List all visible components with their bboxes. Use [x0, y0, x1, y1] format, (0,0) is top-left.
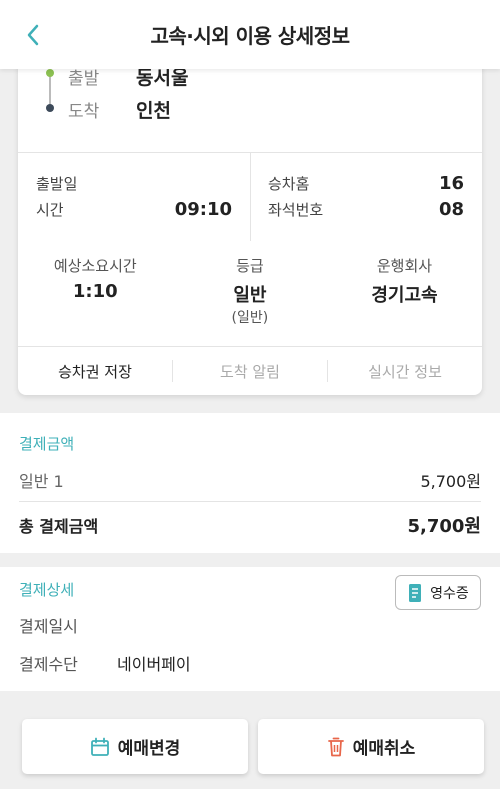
arrival-dot-icon	[46, 104, 54, 112]
trash-icon	[327, 737, 344, 756]
ticket-card: 출발 동서울 도착 인천 출발일 시간 09:10 승차홈 16 좌석번호 08…	[18, 50, 482, 395]
platform-value: 16	[438, 173, 464, 194]
departure-date-label: 출발일	[36, 175, 78, 193]
seat-value: 08	[438, 199, 464, 220]
arrival-terminal: 인천	[136, 100, 171, 122]
company-label: 운행회사	[376, 257, 433, 275]
ticket-actions: 승차권 저장 도착 알림 실시간 정보	[18, 347, 482, 395]
grade-stat: 등급 일반 (일반)	[173, 255, 328, 335]
company-stat: 운행회사 경기고속	[327, 255, 482, 335]
fare-item-label: 일반 1	[19, 472, 64, 491]
receipt-button[interactable]: 영수증	[395, 575, 481, 610]
receipt-label: 영수증	[430, 585, 469, 602]
departure-dot-icon	[46, 69, 54, 77]
back-button[interactable]	[18, 20, 48, 50]
grade-sub: (일반)	[231, 310, 269, 326]
company-value: 경기고속	[371, 285, 438, 306]
realtime-info-button[interactable]: 실시간 정보	[328, 361, 482, 382]
page-title: 고속·시외 이용 상세정보	[150, 24, 350, 48]
payment-amount-title: 결제금액	[19, 435, 75, 453]
payment-method-value: 네이버페이	[117, 655, 191, 674]
calendar-icon	[90, 737, 109, 756]
payment-detail-section: 결제상세 영수증 결제일시 결제수단 네이버페이	[0, 567, 500, 691]
payment-detail-title: 결제상세	[19, 581, 75, 599]
departure-date-row: 출발일	[36, 173, 232, 194]
save-ticket-button[interactable]: 승차권 저장	[18, 361, 172, 382]
duration-stat: 예상소요시간 1:10	[18, 255, 173, 335]
change-reservation-label: 예매변경	[117, 739, 181, 759]
fare-item-row: 일반 1 5,700원	[19, 468, 481, 492]
trip-stats: 예상소요시간 1:10 등급 일반 (일반) 운행회사 경기고속	[18, 255, 482, 335]
time-label: 시간	[36, 201, 64, 219]
header-bar: 고속·시외 이용 상세정보	[0, 0, 500, 69]
platform-label: 승차홈	[268, 175, 310, 193]
divider	[250, 153, 251, 241]
route-line	[49, 76, 51, 106]
total-row: 총 결제금액 5,700원	[19, 512, 481, 538]
time-row: 시간 09:10	[36, 199, 232, 220]
fare-item-value: 5,700원	[420, 472, 481, 491]
payment-method-row: 결제수단 네이버페이	[19, 651, 191, 675]
chevron-left-icon	[27, 24, 39, 46]
change-reservation-button[interactable]: 예매변경	[22, 719, 248, 774]
seat-row: 좌석번호 08	[268, 199, 464, 220]
seat-label: 좌석번호	[268, 201, 324, 219]
arrival-alert-button[interactable]: 도착 알림	[173, 361, 327, 382]
platform-row: 승차홈 16	[268, 173, 464, 194]
grade-value: 일반	[233, 285, 267, 306]
receipt-icon	[409, 583, 422, 602]
total-value: 5,700원	[407, 516, 482, 537]
arrival-label: 도착	[68, 102, 100, 122]
duration-value: 1:10	[72, 281, 118, 302]
payment-method-label: 결제수단	[19, 655, 78, 674]
total-label: 총 결제금액	[19, 517, 99, 536]
payment-date-row: 결제일시	[19, 613, 117, 637]
duration-label: 예상소요시간	[53, 257, 137, 275]
grade-label: 등급	[236, 257, 264, 275]
payment-amount-section: 결제금액 일반 1 5,700원 총 결제금액 5,700원	[0, 413, 500, 553]
trip-info-grid: 출발일 시간 09:10 승차홈 16 좌석번호 08	[18, 153, 482, 241]
cancel-reservation-button[interactable]: 예매취소	[258, 719, 484, 774]
divider	[19, 501, 481, 502]
arrival-row: 도착 인천	[68, 96, 171, 123]
time-value: 09:10	[174, 199, 232, 220]
cancel-reservation-label: 예매취소	[352, 739, 416, 759]
payment-date-label: 결제일시	[19, 617, 78, 636]
